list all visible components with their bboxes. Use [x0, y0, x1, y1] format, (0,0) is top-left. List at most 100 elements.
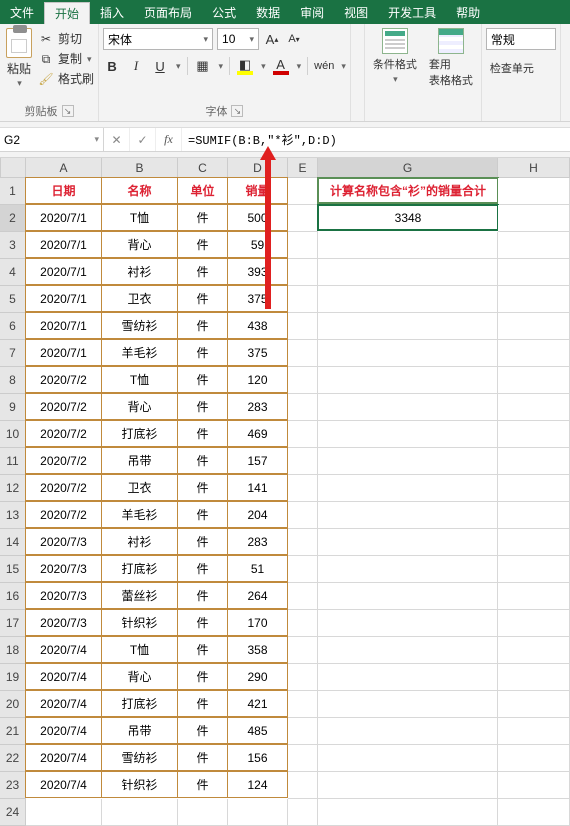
- cell[interactable]: [288, 286, 318, 313]
- cell[interactable]: [498, 718, 570, 745]
- row-header[interactable]: 17: [0, 610, 26, 637]
- row-header[interactable]: 21: [0, 718, 26, 745]
- data-cell[interactable]: 打底衫: [101, 555, 178, 582]
- underline-button[interactable]: U: [151, 56, 169, 76]
- data-cell[interactable]: 件: [177, 690, 228, 717]
- cell[interactable]: [318, 394, 498, 421]
- cell[interactable]: [288, 340, 318, 367]
- clipboard-dialog-launcher[interactable]: ↘: [62, 105, 74, 117]
- data-cell[interactable]: 背心: [101, 231, 178, 258]
- col-header-H[interactable]: H: [498, 158, 570, 178]
- cell[interactable]: [288, 529, 318, 556]
- fill-color-button[interactable]: ◧: [236, 56, 254, 76]
- data-cell[interactable]: 背心: [101, 663, 178, 690]
- copy-icon[interactable]: ⧉: [38, 51, 54, 67]
- data-cell[interactable]: 290: [227, 663, 288, 690]
- header-date[interactable]: 日期: [25, 177, 102, 204]
- data-cell[interactable]: 156: [227, 744, 288, 771]
- cell[interactable]: [318, 448, 498, 475]
- cell[interactable]: [498, 691, 570, 718]
- data-cell[interactable]: T恤: [101, 366, 178, 393]
- cell[interactable]: [498, 799, 570, 826]
- cell[interactable]: [498, 232, 570, 259]
- data-cell[interactable]: T恤: [101, 204, 178, 231]
- data-cell[interactable]: 吊带: [101, 717, 178, 744]
- data-cell[interactable]: 件: [177, 555, 228, 582]
- data-cell[interactable]: 264: [227, 582, 288, 609]
- data-cell[interactable]: 件: [177, 258, 228, 285]
- cell[interactable]: [288, 691, 318, 718]
- row-header[interactable]: 5: [0, 286, 26, 313]
- data-cell[interactable]: 件: [177, 393, 228, 420]
- formula-input[interactable]: =SUMIF(B:B,"*衫",D:D): [182, 128, 570, 151]
- data-cell[interactable]: 421: [227, 690, 288, 717]
- cell[interactable]: [318, 799, 498, 826]
- row-header[interactable]: 7: [0, 340, 26, 367]
- cell[interactable]: [498, 340, 570, 367]
- row-header[interactable]: 1: [0, 178, 26, 205]
- cell[interactable]: [498, 583, 570, 610]
- row-header[interactable]: 20: [0, 691, 26, 718]
- data-cell[interactable]: 485: [227, 717, 288, 744]
- row-header[interactable]: 23: [0, 772, 26, 799]
- bold-button[interactable]: B: [103, 56, 121, 76]
- cell[interactable]: [318, 232, 498, 259]
- format-painter-button[interactable]: 格式刷: [58, 70, 94, 88]
- header-unit[interactable]: 单位: [177, 177, 228, 204]
- g2-result[interactable]: 3348: [317, 204, 499, 231]
- data-cell[interactable]: 件: [177, 204, 228, 231]
- cell[interactable]: [498, 556, 570, 583]
- cell[interactable]: [288, 232, 318, 259]
- row-header[interactable]: 8: [0, 367, 26, 394]
- data-cell[interactable]: 375: [227, 339, 288, 366]
- cell[interactable]: [318, 718, 498, 745]
- cell[interactable]: [318, 340, 498, 367]
- row-header[interactable]: 13: [0, 502, 26, 529]
- data-cell[interactable]: 2020/7/4: [25, 636, 102, 663]
- row-header[interactable]: 16: [0, 583, 26, 610]
- cell[interactable]: [318, 772, 498, 799]
- data-cell[interactable]: 2020/7/4: [25, 771, 102, 798]
- cell[interactable]: [318, 502, 498, 529]
- row-header[interactable]: 4: [0, 259, 26, 286]
- cell[interactable]: [102, 799, 178, 826]
- cell[interactable]: [288, 367, 318, 394]
- data-cell[interactable]: 283: [227, 528, 288, 555]
- font-size-combo[interactable]: 10 ▾: [217, 28, 259, 50]
- data-cell[interactable]: T恤: [101, 636, 178, 663]
- row-header[interactable]: 15: [0, 556, 26, 583]
- data-cell[interactable]: 件: [177, 501, 228, 528]
- data-cell[interactable]: 2020/7/3: [25, 582, 102, 609]
- data-cell[interactable]: 雪纺衫: [101, 744, 178, 771]
- data-cell[interactable]: 雪纺衫: [101, 312, 178, 339]
- data-cell[interactable]: 393: [227, 258, 288, 285]
- cell[interactable]: [498, 637, 570, 664]
- data-cell[interactable]: 打底衫: [101, 420, 178, 447]
- table-format-button[interactable]: 套用 表格格式: [425, 28, 477, 88]
- data-cell[interactable]: 件: [177, 285, 228, 312]
- paste-dropdown-caret[interactable]: ▾: [17, 78, 22, 89]
- font-color-button[interactable]: A: [272, 56, 290, 76]
- tab-developer[interactable]: 开发工具: [378, 0, 446, 24]
- data-cell[interactable]: 件: [177, 339, 228, 366]
- data-cell[interactable]: 羊毛衫: [101, 501, 178, 528]
- col-header-C[interactable]: C: [178, 158, 228, 178]
- copy-dropdown-caret[interactable]: ▾: [87, 50, 92, 68]
- confirm-formula-button[interactable]: ✓: [130, 128, 156, 151]
- cell[interactable]: [288, 205, 318, 232]
- tab-review[interactable]: 审阅: [290, 0, 334, 24]
- row-header[interactable]: 19: [0, 664, 26, 691]
- paste-button[interactable]: 粘贴: [7, 60, 31, 78]
- data-cell[interactable]: 件: [177, 609, 228, 636]
- data-cell[interactable]: 2020/7/3: [25, 528, 102, 555]
- tab-formulas[interactable]: 公式: [202, 0, 246, 24]
- data-cell[interactable]: 438: [227, 312, 288, 339]
- data-cell[interactable]: 2020/7/1: [25, 204, 102, 231]
- row-header[interactable]: 3: [0, 232, 26, 259]
- font-dialog-launcher[interactable]: ↘: [231, 105, 243, 117]
- data-cell[interactable]: 吊带: [101, 447, 178, 474]
- data-cell[interactable]: 2020/7/3: [25, 609, 102, 636]
- data-cell[interactable]: 500: [227, 204, 288, 231]
- phonetic-dropdown[interactable]: ▾: [341, 61, 346, 72]
- cell[interactable]: [288, 475, 318, 502]
